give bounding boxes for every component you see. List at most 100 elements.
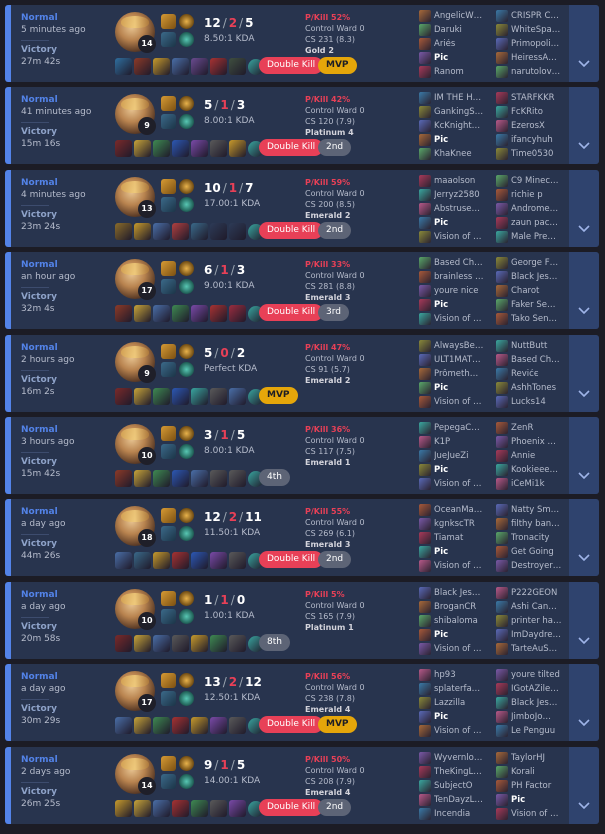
player-name[interactable]: Faker Se… [511,300,569,310]
item-icon[interactable] [229,58,246,75]
player-row[interactable]: Pic [419,133,495,147]
player-row[interactable]: Pic [419,216,495,230]
item-icon[interactable] [172,717,189,735]
player-row[interactable]: AngelicW… [419,9,495,23]
player-row[interactable]: Vision of … [419,559,495,573]
match-card[interactable]: Normal 41 minutes ago Victory 15m 16s 9 … [5,87,599,165]
player-name[interactable]: Pic [434,218,492,228]
player-row[interactable]: Vision of … [419,477,495,491]
player-row[interactable]: Based Ch… [419,256,495,270]
summoner-spell-icon[interactable] [161,590,176,606]
secondary-rune-icon[interactable] [179,361,194,377]
player-name[interactable]: iCeMi1k [511,479,569,489]
item-icon[interactable] [191,552,208,570]
player-row[interactable]: EzerosX [496,119,572,133]
player-row[interactable]: ifancyhuh [496,133,572,147]
player-name[interactable]: brainless … [434,272,492,282]
player-row[interactable]: ImDaydre… [496,628,572,642]
player-row[interactable]: Vision of … [496,807,572,821]
player-name[interactable]: AshhTones [511,383,569,393]
player-name[interactable]: JimboJo… [511,712,569,722]
secondary-rune-icon[interactable] [179,279,194,295]
player-name[interactable]: Natty Sm… [511,505,569,515]
player-name[interactable]: JueJueZi [434,451,492,461]
player-row[interactable]: hp93 [419,668,495,682]
player-row[interactable]: PH Factor [496,779,572,793]
player-name[interactable]: Le Penguu [511,726,569,736]
player-name[interactable]: BroganCR [434,602,492,612]
player-row[interactable]: Incendia [419,807,495,821]
item-icon[interactable] [153,469,170,487]
item-icon[interactable] [153,387,170,405]
player-name[interactable]: Male Pre… [511,232,569,242]
player-row[interactable]: printer ha… [496,614,572,628]
player-row[interactable]: Ândrome… [496,202,572,216]
player-name[interactable]: narutolov… [511,67,569,77]
player-name[interactable]: splaterfa… [434,684,492,694]
player-row[interactable]: SubjectO [419,779,495,793]
player-name[interactable]: youre nice [434,286,492,296]
player-name[interactable]: Vision of … [434,314,492,324]
item-icon[interactable] [134,469,151,487]
player-name[interactable]: ZenR [511,423,569,433]
item-icon[interactable] [134,305,151,323]
player-row[interactable]: JimboJo… [496,710,572,724]
player-row[interactable]: TarteAuS… [496,642,572,656]
summoner-spell-icon[interactable] [161,425,176,441]
summoner-spell-icon[interactable] [161,196,176,212]
player-name[interactable]: SubjectO [434,781,492,791]
player-name[interactable]: Ashi Can… [511,602,569,612]
player-name[interactable]: NuttButt [511,341,569,351]
item-icon[interactable] [229,140,246,158]
player-name[interactable]: Black Jes… [434,588,492,598]
summoner-spell-icon[interactable] [161,773,176,789]
player-name[interactable]: AlwaysBe… [434,341,492,351]
item-icon[interactable] [210,222,227,240]
player-row[interactable]: kgnkscTR [419,517,495,531]
summoner-spell-icon[interactable] [161,343,176,359]
player-row[interactable]: Vision of … [419,724,495,738]
player-row[interactable]: KcKnight… [419,119,495,133]
player-name[interactable]: Lazzilla [434,698,492,708]
player-row[interactable]: Based Ch… [496,353,572,367]
player-row[interactable]: Pic [419,463,495,477]
item-icon[interactable] [229,552,246,570]
player-name[interactable]: Vision of … [434,397,492,407]
keystone-rune-icon[interactable] [179,96,194,112]
player-name[interactable]: Vision of … [434,479,492,489]
player-row[interactable]: Revićє [496,367,572,381]
item-icon[interactable] [210,552,227,570]
secondary-rune-icon[interactable] [179,526,194,542]
player-row[interactable]: OceanMa… [419,503,495,517]
item-icon[interactable] [134,58,151,75]
player-row[interactable]: Charot [496,284,572,298]
item-icon[interactable] [153,140,170,158]
expand-button[interactable] [569,252,599,330]
item-icon[interactable] [210,717,227,735]
player-name[interactable]: Pic [434,465,492,475]
player-name[interactable]: Tiamat [434,533,492,543]
item-icon[interactable] [191,469,208,487]
player-name[interactable]: Pic [511,795,569,805]
match-card[interactable]: Normal a day ago Victory 30m 29s 17 13/2… [5,664,599,742]
player-name[interactable]: EzerosX [511,121,569,131]
player-row[interactable]: Lazzilla [419,696,495,710]
item-icon[interactable] [191,140,208,158]
item-icon[interactable] [172,387,189,405]
player-row[interactable]: TheKingL… [419,765,495,779]
player-row[interactable]: youre tilted [496,668,572,682]
player-row[interactable]: Korali [496,765,572,779]
player-name[interactable]: C9 Minec… [511,176,569,186]
player-name[interactable]: Pic [434,383,492,393]
player-row[interactable]: Prômeth… [419,367,495,381]
player-row[interactable]: Vision of … [419,642,495,656]
item-icon[interactable] [115,469,132,487]
player-row[interactable]: Annie [496,449,572,463]
item-icon[interactable] [210,634,227,652]
player-row[interactable]: CRISPR C… [496,9,572,23]
item-icon[interactable] [153,552,170,570]
player-name[interactable]: CRISPR C… [511,11,569,21]
match-card[interactable]: Normal 2 days ago Victory 26m 25s 14 9/1… [5,746,599,824]
item-icon[interactable] [191,305,208,323]
player-row[interactable]: Ranom [419,65,495,79]
